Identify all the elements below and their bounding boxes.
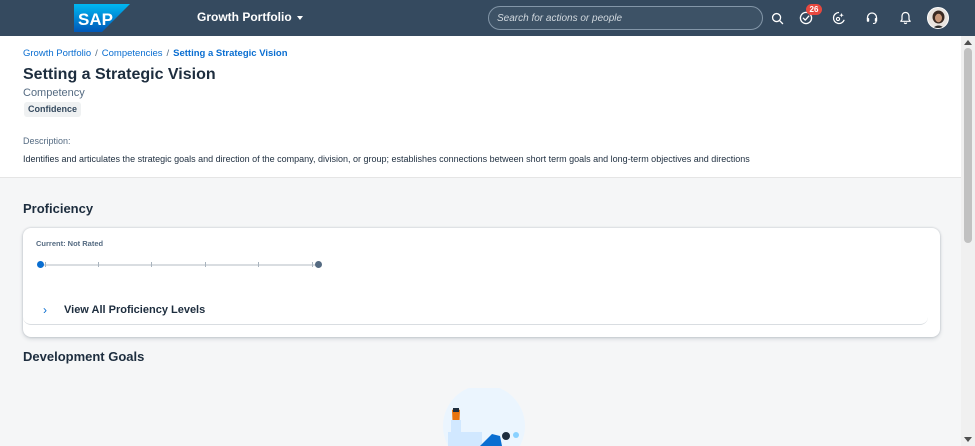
scale-end-marker [315,261,322,268]
scale-tick [45,262,46,267]
shell-bar: SAP Growth Portfolio 26 [0,0,975,36]
scroll-up-arrow[interactable] [964,40,972,45]
sap-logo[interactable]: SAP [74,4,130,32]
notification-badge: 26 [806,4,822,15]
proficiency-scale-track [40,264,320,266]
view-all-proficiency-levels-toggle[interactable]: › View All Proficiency Levels [23,298,928,325]
search-input[interactable] [489,7,762,29]
breadcrumb-current: Setting a Strategic Vision [173,48,288,59]
logo-text: SAP [78,10,113,29]
scrollbar-thumb[interactable] [964,48,972,243]
avatar[interactable] [927,7,949,29]
search-icon[interactable] [768,9,786,27]
page-scrollbar[interactable] [961,36,975,446]
description-text: Identifies and articulates the strategic… [23,154,750,164]
breadcrumb-separator: / [166,48,170,59]
app-title-menu[interactable]: Growth Portfolio [197,10,303,24]
proficiency-card: Current: Not Rated › View All Proficienc… [23,228,940,337]
chevron-right-icon: › [43,303,47,317]
scale-tick [258,262,259,267]
description-label: Description: [23,136,71,146]
breadcrumb-link-growth-portfolio[interactable]: Growth Portfolio [23,48,91,59]
page-title: Setting a Strategic Vision [23,66,216,83]
empty-state-illustration [443,388,525,446]
scale-tick [312,262,313,267]
proficiency-title: Proficiency [23,201,94,216]
development-goals-title: Development Goals [23,349,145,364]
view-all-proficiency-levels-label: View All Proficiency Levels [64,304,206,316]
current-rating-label: Current: Not Rated [36,239,104,248]
app-title: Growth Portfolio [197,10,292,24]
scroll-down-arrow[interactable] [964,437,972,442]
ai-assistant-icon[interactable] [830,9,848,27]
bell-icon[interactable] [896,9,914,27]
breadcrumb: Growth Portfolio / Competencies / Settin… [23,48,288,59]
support-icon[interactable] [863,9,881,27]
scale-tick [98,262,99,267]
breadcrumb-separator: / [95,48,98,59]
search-field[interactable] [488,6,763,30]
page-subtitle: Competency [23,87,85,99]
caret-down-icon [296,15,303,20]
scale-tick [151,262,152,267]
category-tag: Confidence [24,102,82,117]
scale-start-marker [37,261,44,268]
breadcrumb-link-competencies[interactable]: Competencies [102,48,163,59]
object-header: Growth Portfolio / Competencies / Settin… [0,36,961,178]
scale-tick [205,262,206,267]
